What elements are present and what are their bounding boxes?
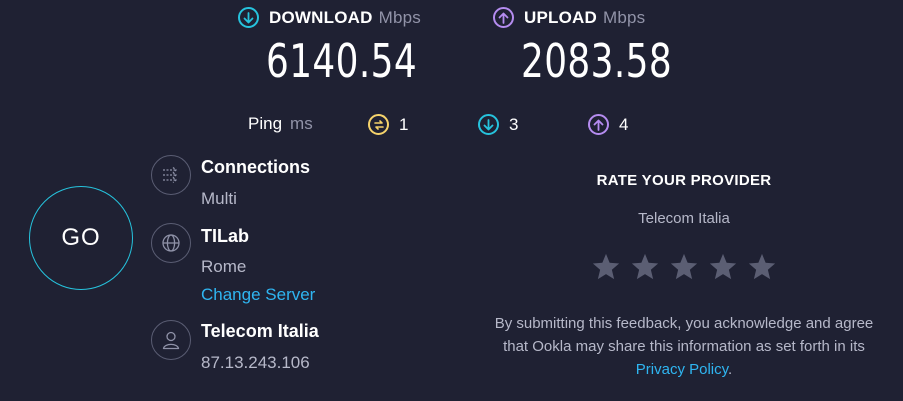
star-icon[interactable]	[630, 252, 660, 282]
download-header: DOWNLOAD Mbps	[238, 7, 421, 28]
star-icon[interactable]	[591, 252, 621, 282]
download-latency: 3	[478, 114, 518, 135]
privacy-policy-link[interactable]: Privacy Policy	[636, 361, 728, 378]
upload-latency: 4	[588, 114, 628, 135]
upload-latency-icon	[588, 114, 609, 135]
download-title: DOWNLOAD	[269, 7, 373, 27]
star-icon[interactable]	[747, 252, 777, 282]
upload-title: UPLOAD	[524, 7, 597, 27]
star-icon[interactable]	[669, 252, 699, 282]
ping-row: Ping ms 1 3 4	[0, 114, 903, 138]
isp-name: Telecom Italia	[201, 321, 319, 341]
star-rating	[591, 252, 786, 282]
upload-speed-value: 2083.58	[521, 34, 673, 88]
isp-ip: 87.13.243.106	[201, 353, 310, 372]
upload-arrow-icon	[493, 7, 514, 28]
globe-icon	[151, 223, 191, 263]
go-button[interactable]: GO	[29, 186, 133, 290]
upload-latency-value: 4	[619, 114, 629, 134]
disclaimer: By submitting this feedback, you acknowl…	[484, 312, 884, 381]
idle-latency-icon	[368, 114, 389, 135]
rate-provider-name: Telecom Italia	[638, 210, 730, 227]
download-arrow-icon	[238, 7, 259, 28]
download-latency-value: 3	[509, 114, 519, 134]
ping-label: Ping	[248, 114, 283, 133]
connections-icon[interactable]	[151, 155, 191, 195]
server-location: Rome	[201, 257, 247, 276]
rate-title: RATE YOUR PROVIDER	[596, 172, 772, 189]
download-speed-value: 6140.54	[266, 34, 418, 88]
upload-unit: Mbps	[602, 7, 646, 27]
server-name: TILab	[201, 226, 249, 246]
download-latency-icon	[478, 114, 499, 135]
connections-title: Connections	[201, 157, 311, 177]
idle-latency: 1	[368, 114, 408, 135]
connections-value[interactable]: Multi	[201, 189, 237, 209]
ping-unit: ms	[290, 114, 313, 133]
star-icon[interactable]	[708, 252, 738, 282]
user-icon	[151, 320, 191, 360]
upload-header: UPLOAD Mbps	[493, 7, 645, 28]
download-unit: Mbps	[378, 7, 421, 27]
disclaimer-text: By submitting this feedback, you acknowl…	[494, 315, 874, 355]
disclaimer-end: .	[728, 361, 733, 378]
rate-provider-panel: RATE YOUR PROVIDER	[484, 172, 884, 189]
change-server-link[interactable]: Change Server	[201, 285, 315, 305]
idle-latency-value: 1	[399, 114, 409, 134]
